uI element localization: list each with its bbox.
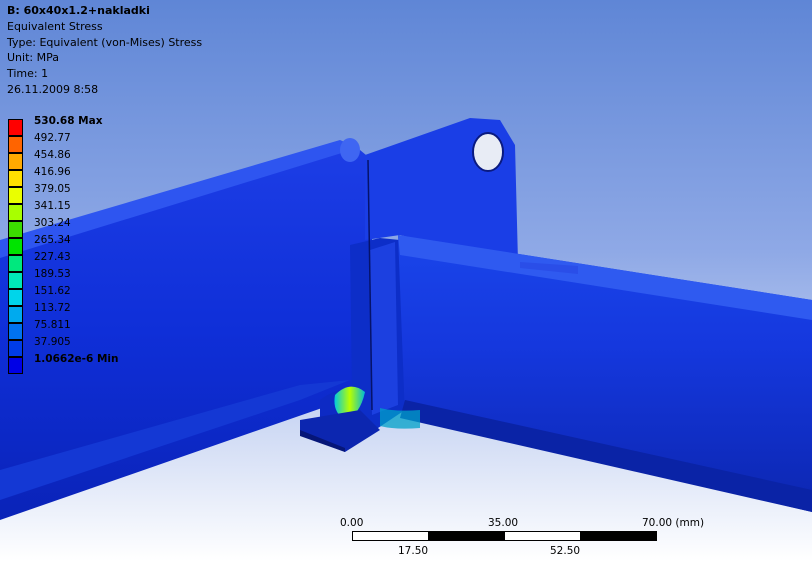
legend-label: 1.0662e-6 Min [34,353,119,365]
legend-swatch [8,323,23,340]
legend-swatch [8,357,23,374]
legend-label: 530.68 Max [34,115,103,127]
legend-label: 341.15 [34,200,71,212]
legend-swatch [8,153,23,170]
legend-label: 151.62 [34,285,71,297]
unit-label: Unit: MPa [7,51,59,65]
result-info-header: B: 60x40x1.2+nakladki Equivalent Stress … [7,3,202,98]
legend-swatch [8,170,23,187]
legend-swatch [8,255,23,272]
scale-label-17-5: 17.50 [398,545,429,557]
result-type: Equivalent Stress [7,19,103,33]
legend-label: 189.53 [34,268,71,280]
legend-swatch [8,119,23,136]
legend-swatch [8,136,23,153]
legend-label: 227.43 [34,251,71,263]
scale-label-52-5: 52.50 [550,545,581,557]
legend-swatch [8,238,23,255]
legend-label: 75.811 [34,319,71,331]
scale-segment [428,531,505,541]
legend-swatch [8,221,23,238]
legend-swatch [8,340,23,357]
time-label: Time: 1 [7,67,49,81]
legend-label: 37.905 [34,336,71,348]
scale-label-35: 35.00 [488,517,519,529]
timestamp: 26.11.2009 8:58 [7,82,99,96]
legend-label: 492.77 [34,132,71,144]
right-tube [380,235,812,512]
legend-swatch [8,187,23,204]
legend-swatch [8,289,23,306]
analysis-title: B: 60x40x1.2+nakladki [7,4,150,17]
legend-label: 416.96 [34,166,71,178]
legend-label: 113.72 [34,302,71,314]
legend-swatch [8,306,23,323]
scale-bar: 0.00 35.00 70.00 (mm) 17.50 52.50 [330,516,710,561]
legend-label: 265.34 [34,234,71,246]
scale-segment [580,531,657,541]
scale-segment [504,531,581,541]
legend-label: 454.86 [34,149,71,161]
scale-segment [352,531,429,541]
legend-swatch [8,272,23,289]
legend-label: 303.24 [34,217,71,229]
scale-label-70: 70.00 (mm) [642,517,705,529]
legend-label: 379.05 [34,183,71,195]
scale-label-0: 0.00 [340,517,364,529]
legend-swatch [8,204,23,221]
stress-type: Type: Equivalent (von-Mises) Stress [7,35,203,49]
